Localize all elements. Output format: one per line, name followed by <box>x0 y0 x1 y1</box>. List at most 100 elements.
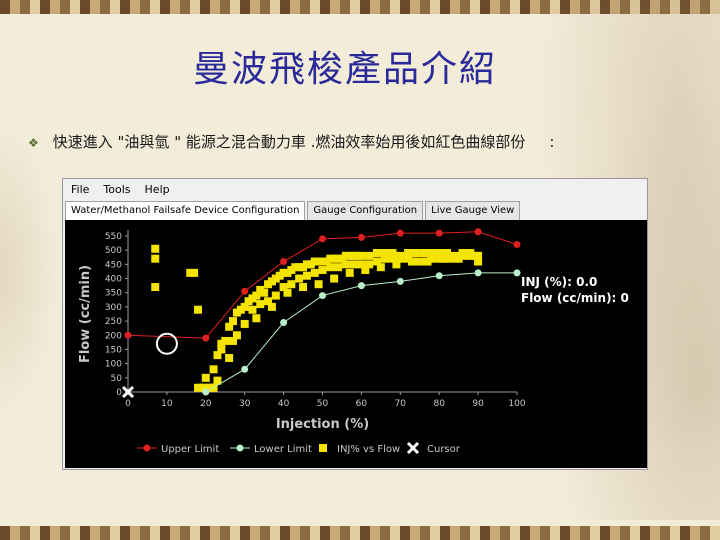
y-axis-title: Flow (cc/min) <box>78 265 93 363</box>
scatter-point <box>229 336 238 345</box>
scatter-point <box>302 271 311 280</box>
scatter-point <box>240 319 249 328</box>
x-axis-title: Injection (%) <box>276 417 369 432</box>
scatter-point <box>267 302 276 311</box>
upper-limit-point <box>280 258 288 266</box>
upper-limit-point <box>396 229 404 237</box>
scatter-point <box>372 249 381 258</box>
scatter-point <box>341 260 350 269</box>
readout-inj: INJ (%): 0.0 <box>521 275 597 289</box>
lower-limit-point <box>474 269 482 277</box>
menu-help[interactable]: Help <box>145 183 170 196</box>
scatter-point <box>283 288 292 297</box>
x-tick-label: 50 <box>317 399 329 409</box>
scatter-point <box>252 314 261 323</box>
x-tick-label: 90 <box>472 399 484 409</box>
bullet-tail: : <box>549 133 555 151</box>
y-tick-label: 200 <box>105 331 122 341</box>
lower-limit-point <box>357 282 365 290</box>
scatter-point <box>209 365 218 374</box>
tab-strip: Water/Methanol Failsafe Device Configura… <box>65 201 522 220</box>
scatter-point <box>392 260 401 269</box>
scatter-point <box>380 254 389 263</box>
y-tick-label: 250 <box>105 317 122 327</box>
scatter-point <box>151 254 160 263</box>
tab-failsafe-config[interactable]: Water/Methanol Failsafe Device Configura… <box>65 201 306 220</box>
y-tick-label: 500 <box>105 246 122 256</box>
scatter-point <box>194 305 203 314</box>
lower-limit-point <box>319 292 326 300</box>
scatter-point <box>229 317 238 326</box>
diamond-bullet-icon: ❖ <box>28 136 39 150</box>
x-tick-label: 30 <box>239 399 251 409</box>
legend-label: Upper Limit <box>161 444 219 455</box>
readout-flow: Flow (cc/min): 0 <box>521 291 629 305</box>
scatter-point <box>201 373 210 382</box>
scatter-point <box>349 260 358 269</box>
upper-limit-point <box>241 287 249 295</box>
slide-bottom-border <box>0 526 720 540</box>
tab-gauge-config[interactable]: Gauge Configuration <box>307 201 424 220</box>
scatter-point <box>248 305 257 314</box>
legend-label: INJ% vs Flow <box>337 444 400 455</box>
scatter-point <box>407 257 416 266</box>
upper-limit-point <box>513 241 521 249</box>
x-tick-label: 20 <box>200 399 212 409</box>
app-window: File Tools Help Water/Methanol Failsafe … <box>62 178 648 470</box>
legend-label: Lower Limit <box>254 444 312 455</box>
upper-limit-point <box>124 331 132 339</box>
legend-point-swatch <box>236 444 244 452</box>
scatter-point <box>287 280 296 289</box>
scatter-point <box>376 263 385 272</box>
scatter-point <box>419 249 428 258</box>
scatter-point <box>217 345 226 354</box>
flow-chart: INJ (%): 0.0 Flow (cc/min): 0 0501001502… <box>78 228 629 455</box>
scatter-point <box>260 288 269 297</box>
scatter-point <box>221 336 230 345</box>
scatter-point <box>299 283 308 292</box>
scatter-point <box>361 266 370 275</box>
x-tick-label: 60 <box>356 399 368 409</box>
bullet-text: 快速進入 "油與氫 " 能源之混合動力車 .燃油效率始用後如紅色曲線部份 <box>52 133 526 151</box>
scatter-point <box>310 268 319 277</box>
scatter-point <box>151 283 160 292</box>
y-tick-label: 100 <box>105 360 122 370</box>
scatter-point <box>190 268 199 277</box>
scatter-point <box>411 249 420 258</box>
legend-point-swatch <box>143 444 151 452</box>
legend-label: Cursor <box>427 444 461 455</box>
scatter-point <box>318 266 327 275</box>
scatter-point <box>357 251 366 260</box>
decorative-background-left <box>0 120 60 420</box>
x-tick-label: 10 <box>161 399 173 409</box>
y-tick-label: 450 <box>105 260 122 270</box>
menu-file[interactable]: File <box>71 183 89 196</box>
scatter-point <box>345 268 354 277</box>
scatter-point <box>271 291 280 300</box>
legend-cursor-swatch <box>406 441 420 455</box>
lower-limit-point <box>202 388 210 396</box>
scatter-point <box>314 280 323 289</box>
lower-limit-point <box>280 319 288 327</box>
legend-square-swatch <box>319 444 327 452</box>
lower-limit-line <box>205 272 517 393</box>
scatter-point <box>151 244 160 253</box>
slide-title: 曼波飛梭產品介紹 <box>192 49 497 90</box>
scatter-point <box>326 263 335 272</box>
scatter-point <box>423 257 432 266</box>
scatter-point <box>295 274 304 283</box>
scatter-point <box>334 263 343 272</box>
lower-limit-point <box>513 269 521 277</box>
upper-limit-point <box>474 228 482 236</box>
upper-limit-point <box>202 334 210 342</box>
y-tick-label: 400 <box>105 275 122 285</box>
scatter-point <box>330 274 339 283</box>
y-tick-label: 50 <box>111 374 123 384</box>
y-tick-label: 300 <box>105 303 122 313</box>
menu-tools[interactable]: Tools <box>103 183 130 196</box>
tab-live-gauge[interactable]: Live Gauge View <box>425 201 521 220</box>
lower-limit-point <box>396 277 404 285</box>
lower-limit-point <box>435 272 443 280</box>
x-tick-label: 40 <box>278 399 290 409</box>
x-tick-label: 100 <box>508 399 525 409</box>
